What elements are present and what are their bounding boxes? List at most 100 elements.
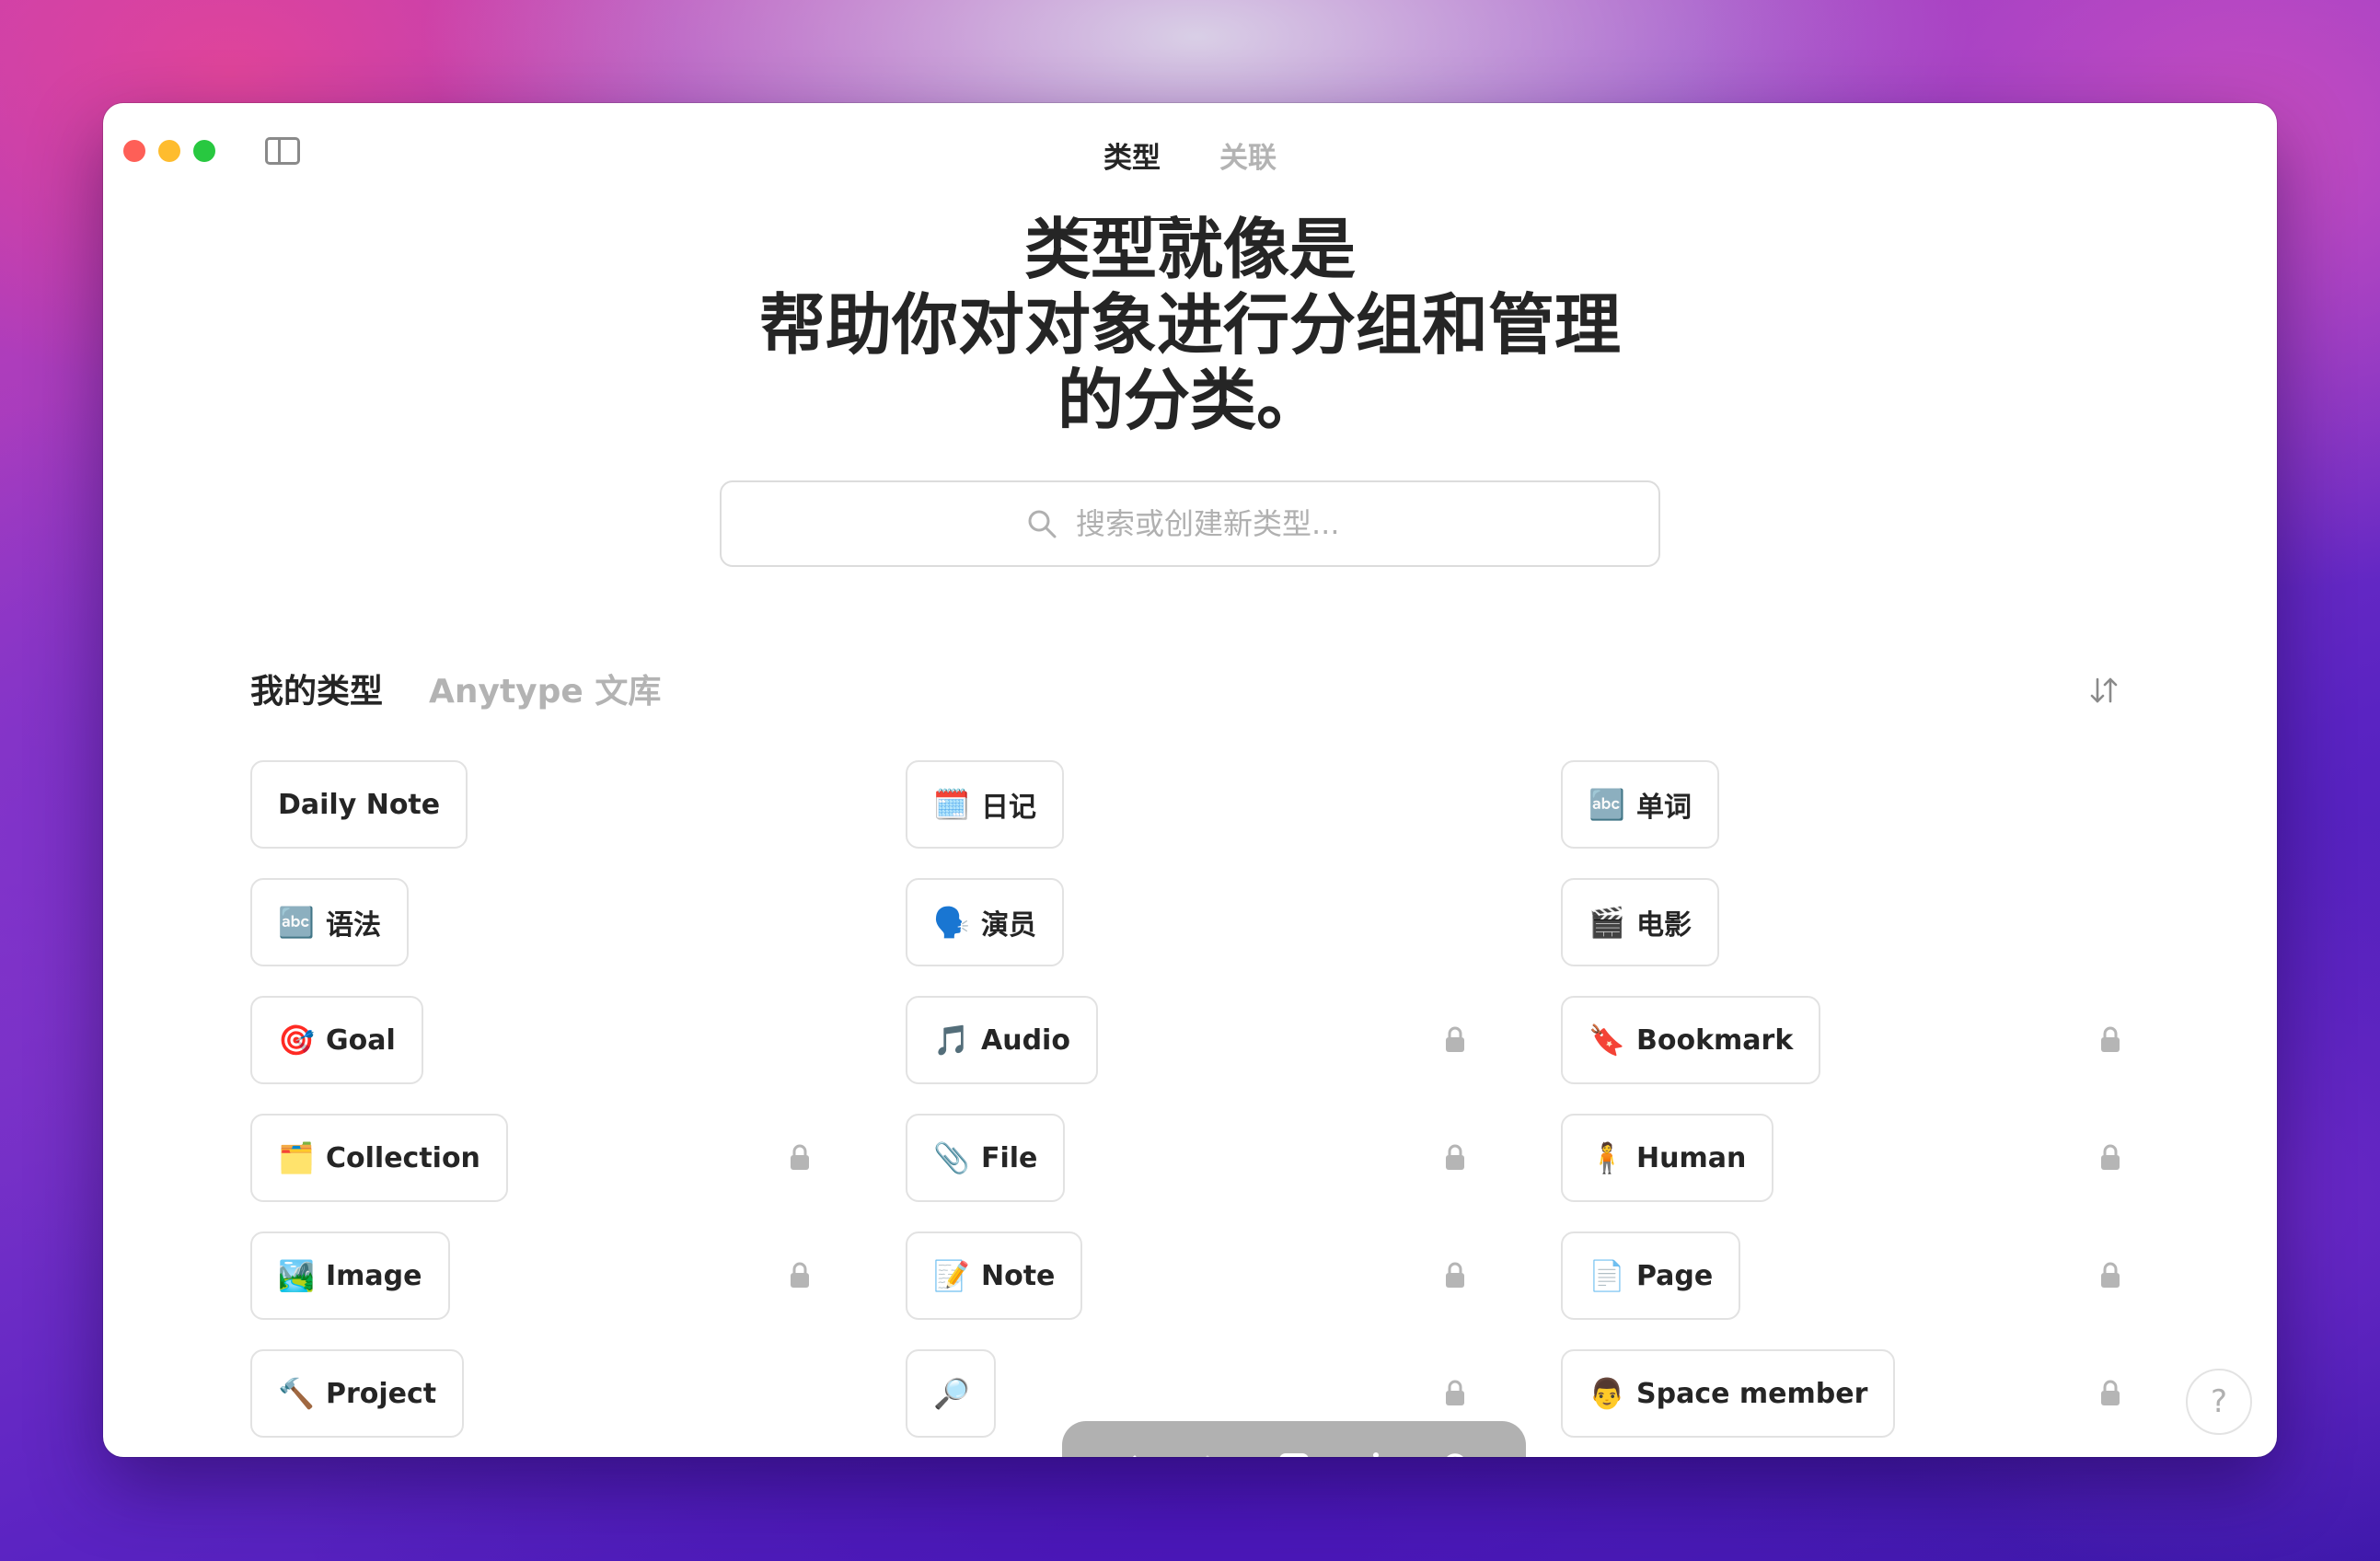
type-emoji-icon: 📎 [933, 1140, 970, 1175]
type-chip[interactable]: 🔨 Project [250, 1349, 465, 1438]
type-item: 🔤 语法 [250, 878, 821, 966]
type-chip[interactable]: 📎 File [906, 1114, 1066, 1202]
type-label: Collection [326, 1141, 480, 1174]
type-item: 🗣️ 演员 [906, 878, 1476, 966]
type-label: Human [1636, 1141, 1747, 1174]
type-emoji-icon: 📝 [933, 1258, 970, 1293]
type-label: 语法 [326, 909, 381, 942]
lock-icon [790, 1261, 810, 1289]
search-box[interactable] [720, 480, 1660, 567]
lock-icon [790, 1143, 810, 1171]
type-item: 🧍 Human [1561, 1114, 2132, 1202]
type-item: 📎 File [906, 1114, 1476, 1202]
type-label: 单词 [1636, 792, 1692, 824]
lock-icon [1445, 1379, 1465, 1406]
type-emoji-icon: 🗣️ [933, 905, 970, 940]
type-chip[interactable]: 🔤 语法 [250, 878, 409, 966]
type-emoji-icon: 📄 [1589, 1258, 1625, 1293]
type-emoji-icon: 🔖 [1589, 1023, 1625, 1058]
type-item: 🔤 单词 [1561, 760, 2132, 849]
type-chip[interactable]: 🏞️ Image [250, 1231, 450, 1320]
hero-line-1: 类型就像是 [1023, 211, 1356, 288]
search-icon [1028, 510, 1057, 538]
type-chip[interactable]: 🎯 Goal [250, 996, 423, 1084]
type-emoji-icon: 🧍 [1589, 1140, 1625, 1175]
type-item: 🔖 Bookmark [1561, 996, 2132, 1084]
type-chip[interactable]: 🗂️ Collection [250, 1114, 508, 1202]
type-item: 🎯 Goal [250, 996, 821, 1084]
graph-icon[interactable] [1356, 1448, 1396, 1457]
lock-icon [1445, 1025, 1465, 1053]
type-label: Daily Note [278, 788, 441, 821]
type-label: Image [326, 1259, 422, 1292]
top-tabs: 类型 关联 [103, 131, 2277, 221]
type-emoji-icon: 🗓️ [933, 787, 970, 822]
type-chip[interactable]: 🧍 Human [1561, 1114, 1774, 1202]
type-emoji-icon: 🎵 [933, 1023, 970, 1058]
type-emoji-icon: 🏞️ [278, 1258, 315, 1293]
type-item: 🗓️ 日记 [906, 760, 1476, 849]
type-label: Bookmark [1636, 1023, 1794, 1057]
hero-line-3: 的分类。 [1057, 362, 1323, 439]
type-item: 🗂️ Collection [250, 1114, 821, 1202]
page-title: 类型就像是 帮助你对对象进行分组和管理 的分类。 [103, 212, 2277, 438]
type-emoji-icon: 🔨 [278, 1376, 315, 1411]
type-item: 🏞️ Image [250, 1231, 821, 1320]
plus-square-icon[interactable] [1274, 1448, 1314, 1457]
type-chip[interactable]: 🔖 Bookmark [1561, 996, 1821, 1084]
type-item: 🎵 Audio [906, 996, 1476, 1084]
type-chip[interactable]: 🎵 Audio [906, 996, 1098, 1084]
lock-icon [2100, 1025, 2120, 1053]
chevron-right-icon[interactable] [1192, 1448, 1232, 1457]
type-chip[interactable]: 👨 Space member [1561, 1349, 1896, 1438]
type-chip[interactable]: 🔎 [906, 1349, 996, 1438]
hero-line-2: 帮助你对对象进行分组和管理 [758, 286, 1621, 364]
tab-my-types[interactable]: 我的类型 [250, 665, 383, 712]
lock-icon [2100, 1143, 2120, 1171]
lock-icon [1445, 1261, 1465, 1289]
type-label: Space member [1636, 1377, 1868, 1410]
type-emoji-icon: 🔤 [278, 905, 315, 940]
type-item: 🎬 电影 [1561, 878, 2132, 966]
type-item: Daily Note [250, 760, 821, 849]
lock-icon [2100, 1261, 2120, 1289]
tab-relations[interactable]: 关联 [1190, 131, 1306, 221]
type-chip[interactable]: 🗣️ 演员 [906, 878, 1064, 966]
type-item: 📄 Page [1561, 1231, 2132, 1320]
type-label: Note [981, 1259, 1056, 1292]
navigation-toolbar [1062, 1421, 1526, 1457]
type-emoji-icon: 🔎 [933, 1376, 970, 1411]
search-input[interactable] [1074, 505, 1354, 542]
type-label: 电影 [1636, 909, 1692, 942]
type-chip[interactable]: Daily Note [250, 760, 468, 849]
type-label: Page [1636, 1259, 1714, 1292]
type-chip[interactable]: 🗓️ 日记 [906, 760, 1064, 849]
lock-icon [2100, 1379, 2120, 1406]
type-emoji-icon: 🗂️ [278, 1140, 315, 1175]
type-emoji-icon: 🎬 [1589, 905, 1625, 940]
chevron-left-icon[interactable] [1110, 1448, 1150, 1457]
tab-anytype-library[interactable]: Anytype 文库 [429, 665, 661, 712]
type-emoji-icon: 🔤 [1589, 787, 1625, 822]
toolbar-search-icon[interactable] [1438, 1448, 1478, 1457]
type-label: 演员 [981, 909, 1036, 942]
type-chip[interactable]: 📄 Page [1561, 1231, 1741, 1320]
type-item: 📝 Note [906, 1231, 1476, 1320]
section-tabs: 我的类型 Anytype 文库 [250, 665, 661, 712]
sort-arrows-icon[interactable] [2087, 674, 2120, 707]
type-chip[interactable]: 🔤 单词 [1561, 760, 1719, 849]
help-button[interactable]: ? [2186, 1369, 2252, 1435]
type-item: 🔨 Project [250, 1349, 821, 1438]
type-label: 日记 [981, 792, 1036, 824]
type-chip[interactable]: 🎬 电影 [1561, 878, 1719, 966]
type-chip[interactable]: 📝 Note [906, 1231, 1083, 1320]
app-window: 类型 关联 类型就像是 帮助你对对象进行分组和管理 的分类。 我的类型 Anyt… [103, 103, 2277, 1457]
type-emoji-icon: 🎯 [278, 1023, 315, 1058]
type-label: Goal [326, 1023, 396, 1057]
type-label: File [981, 1141, 1038, 1174]
type-item: 👨 Space member [1561, 1349, 2132, 1438]
type-label: Audio [981, 1023, 1070, 1057]
type-emoji-icon: 👨 [1589, 1376, 1625, 1411]
tab-types[interactable]: 类型 [1074, 131, 1190, 221]
lock-icon [1445, 1143, 1465, 1171]
